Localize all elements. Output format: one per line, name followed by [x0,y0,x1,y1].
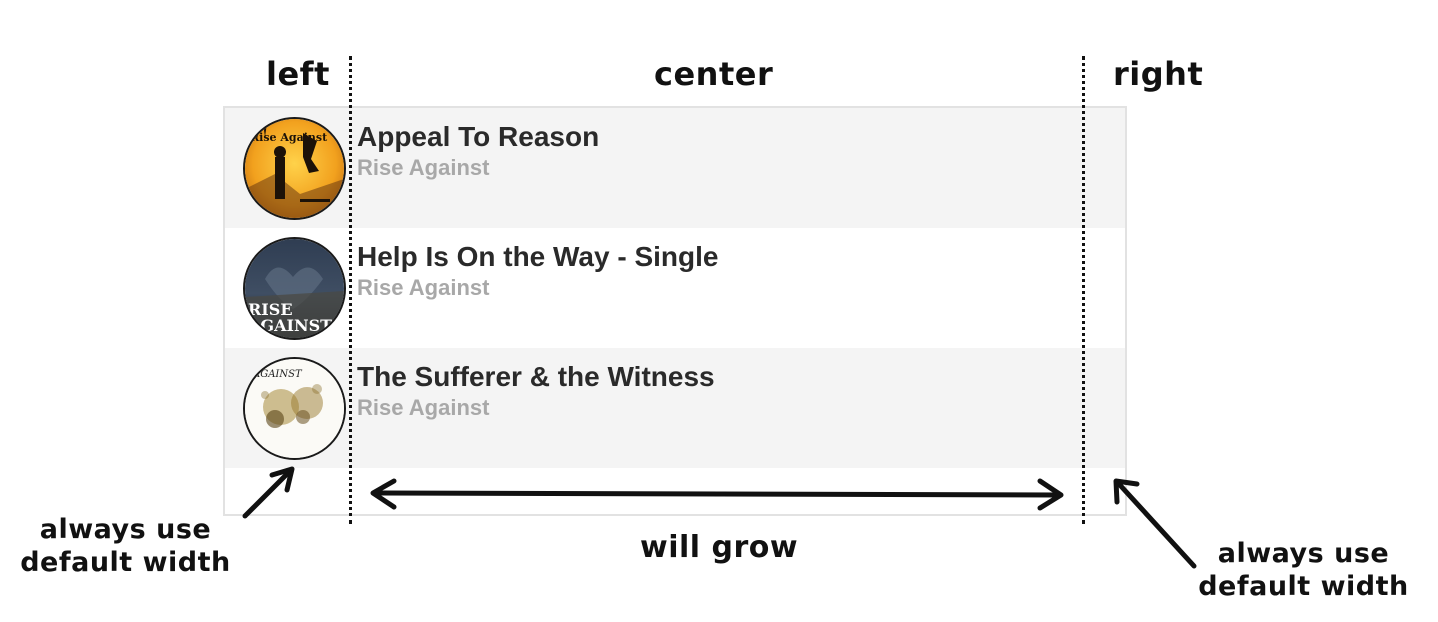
item-subtitle: Rise Against [357,155,490,180]
album-cover-icon: AGAINST [243,357,346,460]
note-left-line2: default width [20,547,231,578]
note-will-grow: will grow [640,530,799,565]
item-subtitle: Rise Against [357,275,490,300]
item-title: Appeal To Reason [357,121,600,152]
item-subtitle: Rise Against [357,395,490,420]
item-title: Help Is On the Way - Single [357,241,719,272]
album-art-text: AGAINST [252,369,303,380]
item-title: The Sufferer & the Witness [357,361,715,392]
note-right-line2: default width [1198,571,1409,602]
column-divider-right [1082,56,1085,524]
list-item[interactable]: RISE AGAINST Help Is On the Way - Single… [225,228,1125,348]
note-left-default-width: always use default width [18,513,233,579]
note-left-line1: always use [39,514,212,545]
column-label-left: left [266,55,330,93]
note-right-line1: always use [1217,538,1390,569]
album-art-text: Rise Against [250,131,328,144]
note-right-default-width: always use default width [1196,537,1411,603]
album-cover-icon: Rise Against [243,117,346,220]
album-art-text: AGAINST [247,316,332,335]
album-list: Rise Against Appeal To Reason Rise Again… [223,106,1127,516]
list-item[interactable]: AGAINST The Sufferer & the Witness Rise … [225,348,1125,468]
column-divider-left [349,56,352,524]
right-pointer-arrow [1113,478,1197,569]
column-label-center: center [654,55,774,93]
column-label-right: right [1113,55,1204,93]
list-item[interactable]: Rise Against Appeal To Reason Rise Again… [225,108,1125,228]
album-cover-icon: RISE AGAINST [243,237,346,340]
